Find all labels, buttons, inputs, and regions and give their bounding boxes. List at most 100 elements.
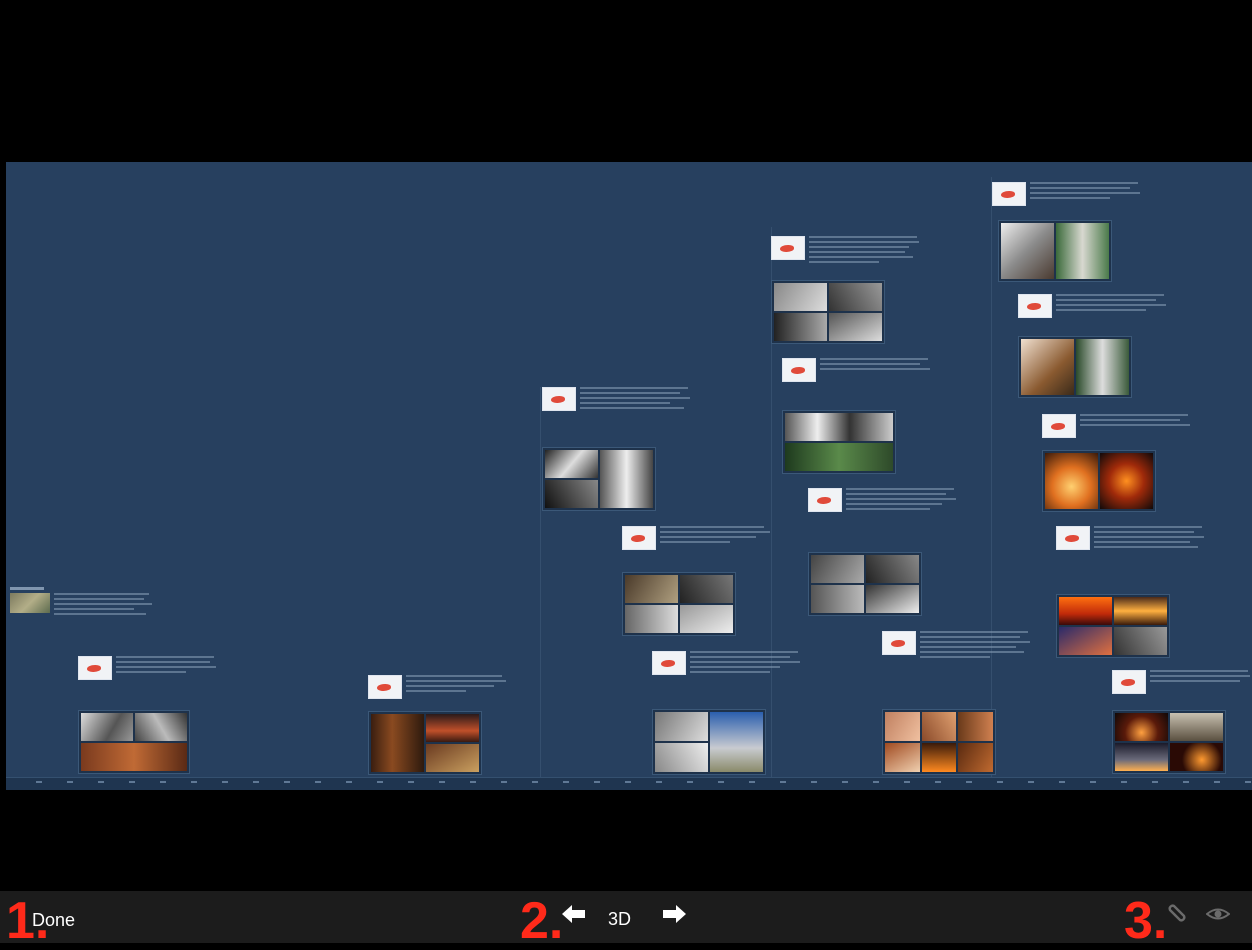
timeline-event[interactable] [10,587,160,647]
timeline-event[interactable] [542,377,692,512]
axis-tick [687,781,693,783]
photo[interactable] [885,743,920,772]
done-button[interactable]: Done [32,910,75,931]
photo[interactable] [866,555,919,583]
photo-gallery[interactable] [1112,710,1226,774]
photo[interactable] [785,443,893,471]
photo[interactable] [958,743,993,772]
axis-tick [656,781,662,783]
photo[interactable] [1045,453,1098,509]
photo-gallery[interactable] [808,552,922,616]
photo[interactable] [774,283,827,311]
photo[interactable] [81,743,187,771]
timeline-event[interactable] [1112,666,1252,777]
photo[interactable] [866,585,919,613]
photo[interactable] [1114,627,1167,655]
photo[interactable] [774,313,827,341]
photo-gallery[interactable] [882,709,996,775]
axis-tick [1183,781,1189,783]
photo[interactable] [1115,743,1168,771]
axis-tick [1121,781,1127,783]
photo[interactable] [921,712,957,741]
axis-tick [1028,781,1034,783]
annotation-marker-3: 3. [1124,892,1168,950]
timeline-event[interactable] [771,224,921,349]
timeline-event[interactable] [1042,410,1192,515]
photo[interactable] [426,744,479,772]
photo[interactable] [1021,339,1074,395]
photo[interactable] [958,712,993,741]
timeline-event[interactable] [78,652,218,777]
timeline-event[interactable] [368,667,508,777]
event-description [1080,414,1190,426]
photo[interactable] [885,712,920,741]
photo[interactable] [1059,627,1112,655]
axis-tick [160,781,166,783]
photo[interactable] [811,555,864,583]
photo[interactable] [829,283,882,311]
photo[interactable] [1056,223,1109,279]
photo-gallery[interactable] [1018,336,1132,398]
photo[interactable] [1170,713,1223,741]
arrow-left-icon[interactable] [562,904,586,929]
photo[interactable] [655,712,708,741]
photo[interactable] [921,743,957,772]
photo[interactable] [680,575,733,603]
photo[interactable] [600,450,653,508]
photo-gallery[interactable] [542,447,656,511]
event-title [10,587,44,590]
map-thumbnail [542,387,576,411]
photo-gallery[interactable] [368,711,482,775]
photo-gallery[interactable] [78,710,190,774]
timeline-event[interactable] [1056,522,1206,662]
photo-gallery[interactable] [652,709,766,775]
view-mode-toggle[interactable]: 3D [608,909,631,930]
map-thumbnail [622,526,656,550]
photo[interactable] [1115,713,1168,741]
photo-gallery[interactable] [1056,594,1170,658]
photo[interactable] [1076,339,1129,395]
photo-gallery[interactable] [622,572,736,636]
photo[interactable] [545,450,598,478]
timeline-event[interactable] [1018,290,1168,402]
photo[interactable] [81,713,133,741]
eye-icon[interactable] [1205,904,1231,929]
photo-gallery[interactable] [771,280,885,344]
photo[interactable] [135,713,187,741]
timeline-event[interactable] [652,647,802,777]
photo[interactable] [1059,597,1112,625]
photo[interactable] [655,743,708,772]
timeline-event[interactable] [622,520,772,640]
timeline-event[interactable] [808,484,958,619]
photo[interactable] [710,712,763,772]
photo[interactable] [680,605,733,633]
photo-gallery[interactable] [782,410,896,474]
photo[interactable] [811,585,864,613]
photo[interactable] [371,714,424,772]
photo[interactable] [1001,223,1054,279]
photo[interactable] [625,575,678,603]
timeline-canvas[interactable] [6,162,1252,790]
timeline-event[interactable] [882,627,1032,777]
photo-gallery[interactable] [998,220,1112,282]
map-thumbnail [771,236,805,260]
event-description [1030,182,1140,199]
timeline-axis[interactable] [6,777,1252,790]
axis-tick [532,781,538,783]
axis-tick [470,781,476,783]
photo[interactable] [1114,597,1167,625]
photo[interactable] [426,714,479,742]
photo-gallery[interactable] [1042,450,1156,512]
link-icon[interactable] [1166,902,1188,929]
photo[interactable] [1100,453,1153,509]
arrow-right-icon[interactable] [662,904,686,929]
photo[interactable] [545,480,598,508]
photo[interactable] [785,413,893,441]
photo[interactable] [625,605,678,633]
timeline-event[interactable] [992,174,1142,286]
photo[interactable] [1170,743,1223,771]
axis-tick [36,781,42,783]
timeline-event[interactable] [782,354,932,474]
photo[interactable] [829,313,882,341]
axis-tick [718,781,724,783]
